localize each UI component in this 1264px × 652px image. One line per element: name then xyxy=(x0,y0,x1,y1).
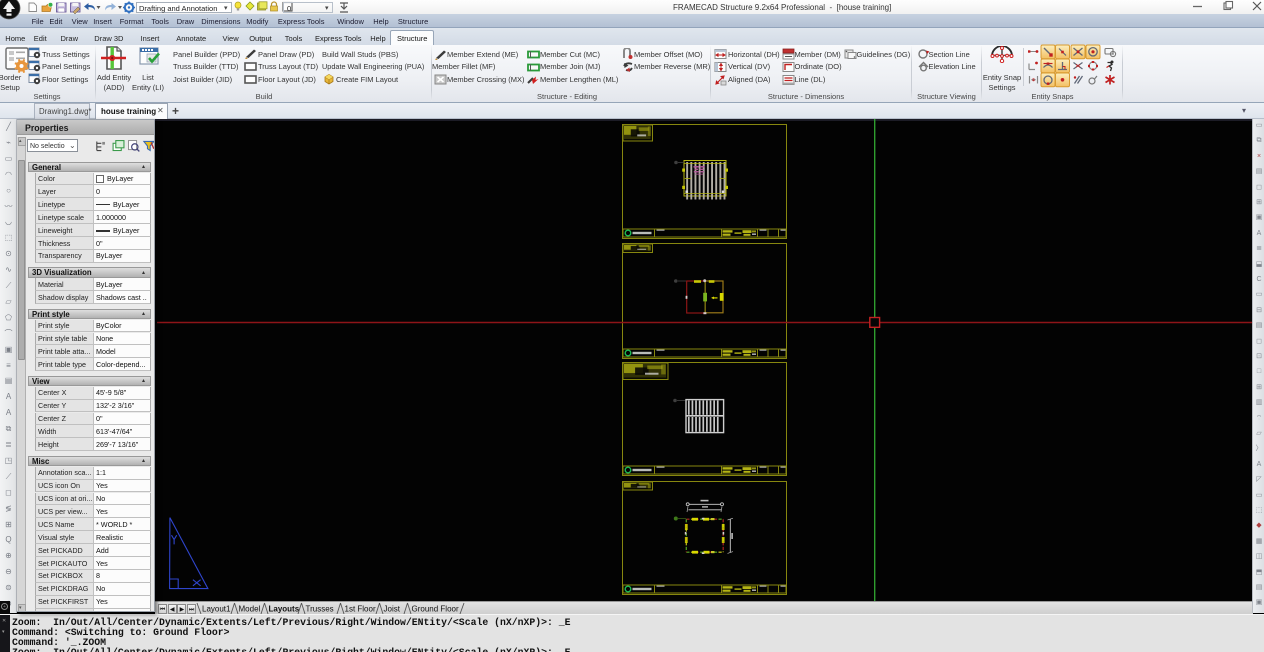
svg-text:1st Floor: 1st Floor xyxy=(345,605,376,614)
svg-text:Joist: Joist xyxy=(384,605,401,614)
svg-text:Layouts: Layouts xyxy=(269,605,300,614)
svg-text:Ground Floor: Ground Floor xyxy=(412,605,459,614)
svg-text:Trusses: Trusses xyxy=(306,605,334,614)
svg-text:Layout1: Layout1 xyxy=(202,605,231,614)
svg-text:Model: Model xyxy=(239,605,261,614)
